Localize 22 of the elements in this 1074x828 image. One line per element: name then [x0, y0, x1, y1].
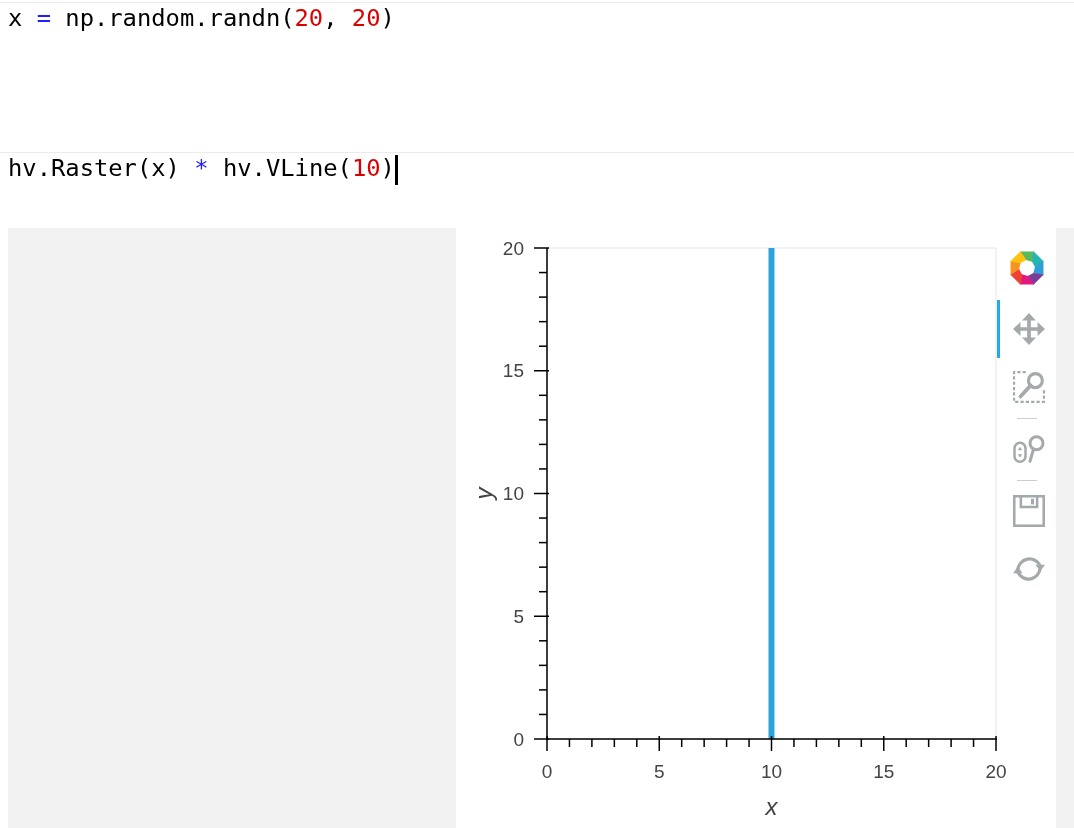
code-line: x = np.random.randn(20, 20)	[8, 3, 395, 33]
y-axis-label: y	[469, 487, 497, 500]
wheel-zoom-icon	[1012, 434, 1045, 464]
code-line: hv.Raster(x) * hv.VLine(10)	[8, 153, 395, 183]
x-tick-label: 5	[653, 760, 665, 782]
x-tick-label: 20	[985, 760, 1007, 782]
logo-icon[interactable]	[1009, 250, 1045, 286]
x-axis-label: x	[765, 792, 778, 820]
y-tick-label: 15	[502, 360, 524, 382]
code-cell[interactable]: x = np.random.randn(20, 20)	[0, 2, 1074, 152]
x-tick-label: 15	[873, 760, 895, 782]
save-icon	[1012, 495, 1045, 527]
x-tick-label: 10	[760, 760, 783, 782]
move-arrows-icon	[1012, 313, 1045, 345]
box-zoom-icon	[1012, 371, 1045, 403]
code-cell[interactable]: hv.Raster(x) * hv.VLine(10)	[0, 152, 1074, 203]
y-tick-label: 5	[513, 605, 524, 627]
y-tick-label: 20	[502, 237, 524, 259]
y-tick-label: 10	[502, 483, 524, 504]
x-tick-label: 0	[541, 760, 553, 782]
y-tick-label: 0	[513, 728, 524, 750]
reset-icon	[1012, 555, 1045, 583]
